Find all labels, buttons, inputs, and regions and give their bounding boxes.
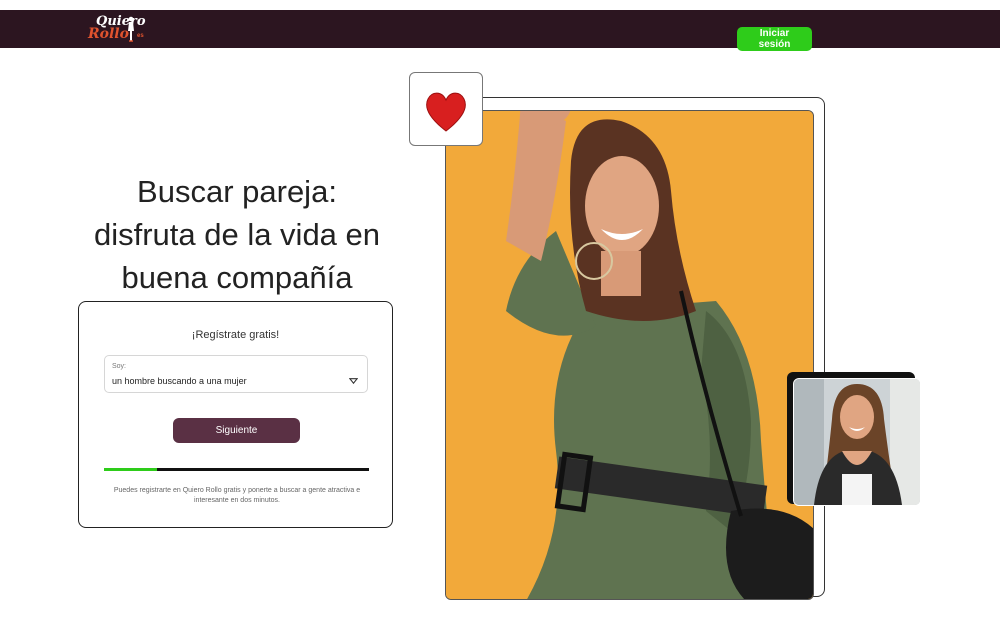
- heart-icon: [426, 92, 466, 132]
- site-logo[interactable]: Quiero Rollo es: [86, 14, 150, 46]
- hero-photo: [445, 110, 814, 600]
- registration-card: ¡Regístrate gratis! Soy: un hombre busca…: [78, 301, 393, 528]
- woman-in-green-dress-image: [446, 111, 813, 599]
- page-headline: Buscar pareja: disfruta de la vida en bu…: [78, 170, 396, 299]
- next-button[interactable]: Siguiente: [173, 418, 300, 443]
- progress-bar-fill: [104, 468, 157, 471]
- logo-text-rollo: Rollo: [88, 26, 129, 42]
- login-button[interactable]: Iniciar sesión: [737, 27, 812, 51]
- headline-line-2: disfruta de la vida en: [93, 217, 381, 252]
- logo-text-suffix: es: [137, 33, 144, 39]
- headline-line-3: buena compañía: [121, 260, 353, 295]
- select-value: un hombre buscando a una mujer: [112, 376, 247, 386]
- woman-portrait-image: [794, 379, 920, 505]
- logo-figure-icon: [128, 16, 134, 42]
- registration-title: ¡Regístrate gratis!: [191, 329, 280, 341]
- heart-badge: [409, 72, 483, 146]
- registration-progress-bar: [104, 468, 369, 471]
- caret-down-icon: [349, 378, 358, 385]
- gender-preference-select[interactable]: Soy: un hombre buscando a una mujer: [104, 355, 368, 393]
- headline-line-1: Buscar pareja:: [137, 174, 337, 209]
- select-label: Soy:: [112, 363, 127, 370]
- top-navigation-bar: Quiero Rollo es Iniciar sesión: [0, 10, 1000, 51]
- profile-thumbnail: [793, 378, 921, 506]
- registration-info-text: Puedes registrarte en Quiero Rollo grati…: [113, 487, 361, 504]
